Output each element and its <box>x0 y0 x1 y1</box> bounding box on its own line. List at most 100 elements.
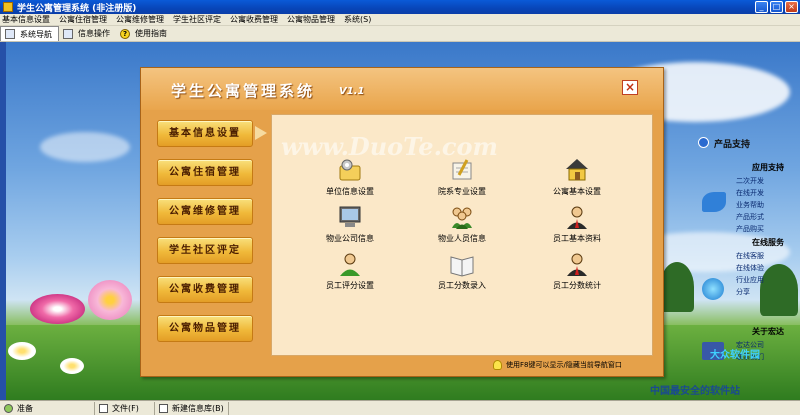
tab-system-nav-label: 系统导航 <box>20 29 52 39</box>
tile-label: 员工基本资料 <box>553 234 601 243</box>
online-link[interactable]: 在线体验 <box>736 263 764 273</box>
f8-hint: 使用F8键可以显示/隐藏当前导航窗口 <box>493 360 622 370</box>
dialog-title: 学生公寓管理系统 <box>171 82 316 100</box>
support-section-about: 关于宏达 <box>752 327 784 336</box>
tile-label: 院系专业设置 <box>438 187 486 196</box>
tab-info-ops[interactable]: 信息操作 <box>59 26 116 41</box>
tile-employee-profile[interactable]: 员工基本资料 <box>527 204 627 248</box>
dialog-header: 学生公寓管理系统 V1.1 × <box>141 68 663 110</box>
nav-items[interactable]: 公寓物品管理 <box>157 315 253 342</box>
status-ready-text: 准备 <box>17 403 33 413</box>
tile-property-company[interactable]: 物业公司信息 <box>300 204 400 248</box>
flower <box>88 280 132 320</box>
tile-label: 员工分数录入 <box>438 281 486 290</box>
corner-watermark-text: 中国最安全的软件站 <box>650 386 740 397</box>
corner-watermark-logo: 大众软件园 <box>710 350 760 361</box>
open-book-icon <box>449 251 475 277</box>
status-database-text: 新建信息库(B) <box>172 403 224 413</box>
support-icon <box>698 137 709 148</box>
tab-guide-label: 使用指南 <box>135 29 167 38</box>
support-link[interactable]: 产品购买 <box>736 224 764 234</box>
online-link[interactable]: 在线客服 <box>736 251 764 261</box>
nav-community[interactable]: 学生社区评定 <box>157 237 253 264</box>
menu-lodging[interactable]: 公寓住宿管理 <box>59 14 107 25</box>
tile-score-settings[interactable]: 员工评分设置 <box>300 251 400 295</box>
cloud <box>40 132 130 162</box>
watermark: www.DuoTe.com <box>281 132 498 161</box>
tile-apartment-basics[interactable]: 公寓基本设置 <box>527 157 627 201</box>
menu-repair[interactable]: 公寓维修管理 <box>116 14 164 25</box>
tile-departments[interactable]: 院系专业设置 <box>412 157 512 201</box>
main-navigation-dialog: 学生公寓管理系统 V1.1 × 基本信息设置 公寓住宿管理 公寓维修管理 学生社… <box>140 67 664 377</box>
tile-label: 员工分数统计 <box>553 281 601 290</box>
status-file: 文件(F) <box>95 401 155 415</box>
user-icon <box>337 251 363 277</box>
support-link[interactable]: 二次开发 <box>736 176 764 186</box>
app-icon <box>3 2 13 12</box>
flower <box>8 342 36 360</box>
monitor-icon <box>5 29 15 39</box>
window-title: 学生公寓管理系统 (非注册版) <box>17 3 137 14</box>
group-icon <box>449 204 475 230</box>
online-link[interactable]: 行业应用 <box>736 275 764 285</box>
title-bar: 学生公寓管理系统 (非注册版) _ □ × <box>0 0 800 14</box>
close-button[interactable]: × <box>785 1 798 13</box>
support-section-apps: 应用支持 <box>752 163 784 172</box>
tile-label: 员工评分设置 <box>326 281 374 290</box>
minimize-button[interactable]: _ <box>755 1 768 13</box>
support-title: 产品支持 <box>714 140 751 150</box>
menu-basic-info[interactable]: 基本信息设置 <box>2 14 50 25</box>
hint-text: 使用F8键可以显示/隐藏当前导航窗口 <box>506 361 622 369</box>
left-frame <box>0 42 6 400</box>
flower <box>30 294 85 324</box>
database-icon <box>159 403 168 413</box>
dolphin-icon <box>702 192 726 212</box>
tab-info-ops-label: 信息操作 <box>78 29 110 38</box>
tile-label: 物业公司信息 <box>326 234 374 243</box>
support-link[interactable]: 在线开发 <box>736 188 764 198</box>
nav-repair[interactable]: 公寓维修管理 <box>157 198 253 225</box>
tile-score-entry[interactable]: 员工分数录入 <box>412 251 512 295</box>
status-file-text: 文件(F) <box>112 403 139 413</box>
tile-label: 单位信息设置 <box>326 187 374 196</box>
status-ready: 准备 <box>0 401 95 415</box>
menu-bar: 基本信息设置 公寓住宿管理 公寓维修管理 学生社区评定 公寓收费管理 公寓物品管… <box>0 14 800 26</box>
window-controls: _ □ × <box>755 1 798 13</box>
tab-guide[interactable]: ? 使用指南 <box>116 26 173 41</box>
flower <box>60 358 84 374</box>
menu-fees[interactable]: 公寓收费管理 <box>230 14 278 25</box>
tile-unit-info[interactable]: 单位信息设置 <box>300 157 400 201</box>
support-link[interactable]: 业务帮助 <box>736 200 764 210</box>
status-bar: 准备 文件(F) 新建信息库(B) <box>0 400 800 415</box>
tab-system-nav[interactable]: 系统导航 <box>0 26 59 41</box>
help-icon: ? <box>120 28 130 39</box>
maximize-button[interactable]: □ <box>770 1 783 13</box>
globe-icon <box>702 278 724 300</box>
user-tie-icon <box>564 251 590 277</box>
nav-fees[interactable]: 公寓收费管理 <box>157 276 253 303</box>
support-section-online: 在线服务 <box>752 238 784 247</box>
menu-items[interactable]: 公寓物品管理 <box>287 14 335 25</box>
menu-community[interactable]: 学生社区评定 <box>173 14 221 25</box>
status-icon <box>4 403 13 413</box>
lightbulb-icon <box>493 360 502 370</box>
support-link[interactable]: 产品形式 <box>736 212 764 222</box>
tree <box>660 262 694 312</box>
online-link[interactable]: 分享 <box>736 287 750 297</box>
tree <box>760 264 798 316</box>
house-icon <box>564 157 590 183</box>
tile-label: 物业人员信息 <box>438 234 486 243</box>
nav-lodging[interactable]: 公寓住宿管理 <box>157 159 253 186</box>
tile-label: 公寓基本设置 <box>553 187 601 196</box>
menu-system[interactable]: 系统(S) <box>344 14 371 25</box>
file-icon <box>99 403 108 413</box>
dialog-close-button[interactable]: × <box>622 80 638 95</box>
nav-basic-info[interactable]: 基本信息设置 <box>157 120 253 147</box>
window-icon <box>63 28 73 39</box>
toolbar: 系统导航 信息操作 ? 使用指南 <box>0 26 800 42</box>
active-nav-arrow <box>255 126 267 140</box>
tile-score-stats[interactable]: 员工分数统计 <box>527 251 627 295</box>
tile-property-staff[interactable]: 物业人员信息 <box>412 204 512 248</box>
dialog-version: V1.1 <box>339 86 365 97</box>
user-tie-icon <box>564 204 590 230</box>
